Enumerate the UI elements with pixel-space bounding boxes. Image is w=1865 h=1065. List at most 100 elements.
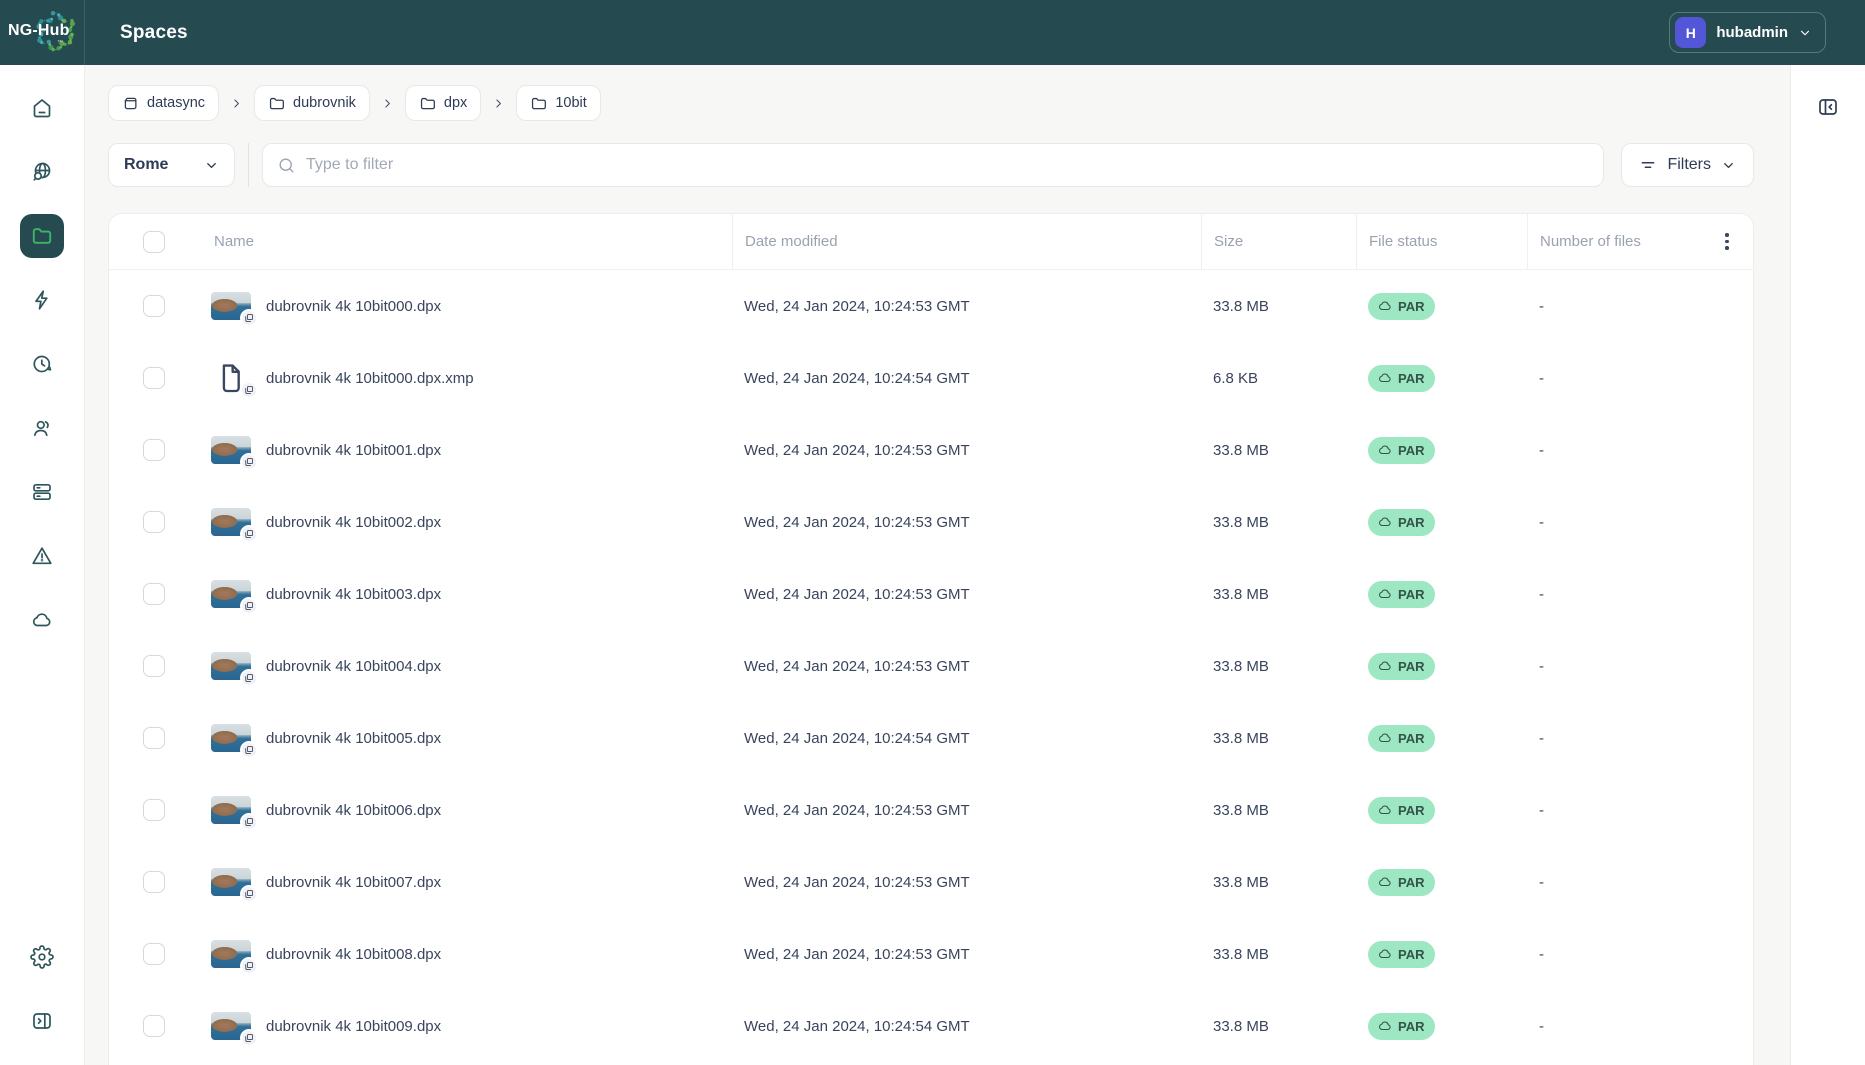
breadcrumb-item-dubrovnik[interactable]: dubrovnik <box>254 85 370 121</box>
sidebar-item-activity[interactable] <box>20 342 64 386</box>
table-row[interactable]: dubrovnik 4k 10bit004.dpx Wed, 24 Jan 20… <box>109 630 1753 702</box>
page-title: Spaces <box>120 21 188 43</box>
folder-icon <box>32 228 52 244</box>
row-checkbox[interactable] <box>143 727 165 749</box>
sidebar-item-cloud[interactable] <box>20 598 64 642</box>
column-header-file-status[interactable]: File status <box>1356 214 1527 269</box>
number-of-files: - <box>1539 441 1544 459</box>
folder-icon <box>420 97 435 109</box>
file-name[interactable]: dubrovnik 4k 10bit001.dpx <box>266 442 441 459</box>
logo-text: NG-Hub <box>8 22 70 39</box>
main-content: datasync dubrovnik dpx 10bit Rome Type t… <box>85 65 1790 1065</box>
file-name[interactable]: dubrovnik 4k 10bit006.dpx <box>266 802 441 819</box>
copy-badge-icon <box>240 669 258 687</box>
file-size: 33.8 MB <box>1213 1017 1269 1035</box>
file-thumbnail <box>211 436 258 471</box>
table-row[interactable]: dubrovnik 4k 10bit000.dpx Wed, 24 Jan 20… <box>109 270 1753 342</box>
row-checkbox[interactable] <box>143 871 165 893</box>
space-selector[interactable]: Rome <box>108 143 235 187</box>
row-checkbox[interactable] <box>143 511 165 533</box>
table-row[interactable]: dubrovnik 4k 10bit003.dpx Wed, 24 Jan 20… <box>109 558 1753 630</box>
cloud-status-icon <box>1379 877 1391 887</box>
file-date-modified: Wed, 24 Jan 2024, 10:24:53 GMT <box>744 513 970 531</box>
breadcrumb-item-10bit[interactable]: 10bit <box>516 85 601 121</box>
copy-badge-icon <box>240 309 258 327</box>
number-of-files: - <box>1539 801 1544 819</box>
collapse-panel-button[interactable] <box>1811 92 1845 122</box>
filters-button[interactable]: Filters <box>1621 143 1754 187</box>
file-status-badge: PAR <box>1368 508 1436 536</box>
cloud-status-icon <box>1379 517 1391 527</box>
file-size: 33.8 MB <box>1213 657 1269 675</box>
gear-icon <box>30 945 54 969</box>
file-status-label: PAR <box>1398 802 1425 818</box>
sidebar-item-expand[interactable] <box>20 999 64 1043</box>
file-name[interactable]: dubrovnik 4k 10bit000.dpx <box>266 298 441 315</box>
space-selector-value: Rome <box>124 156 169 173</box>
copy-badge-icon <box>240 525 258 543</box>
cloud-status-icon <box>1379 301 1391 311</box>
sidebar-item-users[interactable] <box>20 406 64 450</box>
column-header-size[interactable]: Size <box>1201 214 1356 269</box>
table-row[interactable]: dubrovnik 4k 10bit006.dpx Wed, 24 Jan 20… <box>109 774 1753 846</box>
file-size: 33.8 MB <box>1213 873 1269 891</box>
column-header-number-of-files[interactable]: Number of files <box>1527 214 1701 269</box>
sidebar-item-alerts[interactable] <box>20 534 64 578</box>
copy-badge-icon <box>240 381 258 399</box>
table-row[interactable]: dubrovnik 4k 10bit002.dpx Wed, 24 Jan 20… <box>109 486 1753 558</box>
row-checkbox[interactable] <box>143 295 165 317</box>
row-checkbox[interactable] <box>143 655 165 677</box>
file-name[interactable]: dubrovnik 4k 10bit008.dpx <box>266 946 441 963</box>
file-name[interactable]: dubrovnik 4k 10bit007.dpx <box>266 874 441 891</box>
file-date-modified: Wed, 24 Jan 2024, 10:24:53 GMT <box>744 297 970 315</box>
breadcrumb-item-datasync[interactable]: datasync <box>108 85 220 121</box>
row-checkbox[interactable] <box>143 367 165 389</box>
table-row[interactable]: dubrovnik 4k 10bit000.dpx.xmp Wed, 24 Ja… <box>109 342 1753 414</box>
sidebar-item-automations[interactable] <box>20 278 64 322</box>
file-name[interactable]: dubrovnik 4k 10bit009.dpx <box>266 1018 441 1035</box>
file-name[interactable]: dubrovnik 4k 10bit004.dpx <box>266 658 441 675</box>
row-checkbox[interactable] <box>143 439 165 461</box>
sidebar-item-home[interactable] <box>20 86 64 130</box>
file-name[interactable]: dubrovnik 4k 10bit003.dpx <box>266 586 441 603</box>
number-of-files: - <box>1539 945 1544 963</box>
row-checkbox[interactable] <box>143 1015 165 1037</box>
file-status-label: PAR <box>1398 370 1425 386</box>
table-row[interactable]: dubrovnik 4k 10bit001.dpx Wed, 24 Jan 20… <box>109 414 1753 486</box>
filter-icon <box>1642 162 1655 168</box>
search-box <box>262 143 1605 187</box>
app-logo[interactable]: NG-Hub ™ <box>0 0 85 65</box>
table-row[interactable]: dubrovnik 4k 10bit009.dpx Wed, 24 Jan 20… <box>109 990 1753 1062</box>
copy-badge-icon <box>240 741 258 759</box>
file-date-modified: Wed, 24 Jan 2024, 10:24:53 GMT <box>744 657 970 675</box>
select-all-checkbox[interactable] <box>143 230 165 253</box>
lightning-icon <box>35 290 48 310</box>
column-header-name[interactable]: Name <box>199 214 732 269</box>
sidebar-item-spaces[interactable] <box>20 214 64 258</box>
sidebar-item-discover[interactable] <box>20 150 64 194</box>
file-status-label: PAR <box>1398 514 1425 530</box>
file-status-label: PAR <box>1398 442 1425 458</box>
file-status-badge: PAR <box>1368 868 1436 896</box>
row-checkbox[interactable] <box>143 943 165 965</box>
row-checkbox[interactable] <box>143 799 165 821</box>
sidebar-item-storage[interactable] <box>20 470 64 514</box>
column-header-date-modified[interactable]: Date modified <box>732 214 1201 269</box>
breadcrumb-item-dpx[interactable]: dpx <box>404 85 482 121</box>
table-options-menu-icon[interactable] <box>1725 233 1729 250</box>
row-checkbox[interactable] <box>143 583 165 605</box>
table-row[interactable]: dubrovnik 4k 10bit005.dpx Wed, 24 Jan 20… <box>109 702 1753 774</box>
file-status-badge: PAR <box>1368 724 1436 752</box>
breadcrumb-label: datasync <box>147 95 206 111</box>
file-name[interactable]: dubrovnik 4k 10bit000.dpx.xmp <box>266 370 474 387</box>
file-name[interactable]: dubrovnik 4k 10bit005.dpx <box>266 730 441 747</box>
search-input[interactable] <box>306 156 1590 174</box>
table-row[interactable]: dubrovnik 4k 10bit008.dpx Wed, 24 Jan 20… <box>109 918 1753 990</box>
panel-expand-icon <box>33 1013 51 1029</box>
sidebar-item-settings[interactable] <box>20 935 64 979</box>
file-thumbnail <box>211 868 258 903</box>
user-menu[interactable]: H hubadmin <box>1669 12 1826 53</box>
file-name[interactable]: dubrovnik 4k 10bit002.dpx <box>266 514 441 531</box>
space-icon <box>124 97 137 109</box>
table-row[interactable]: dubrovnik 4k 10bit007.dpx Wed, 24 Jan 20… <box>109 846 1753 918</box>
